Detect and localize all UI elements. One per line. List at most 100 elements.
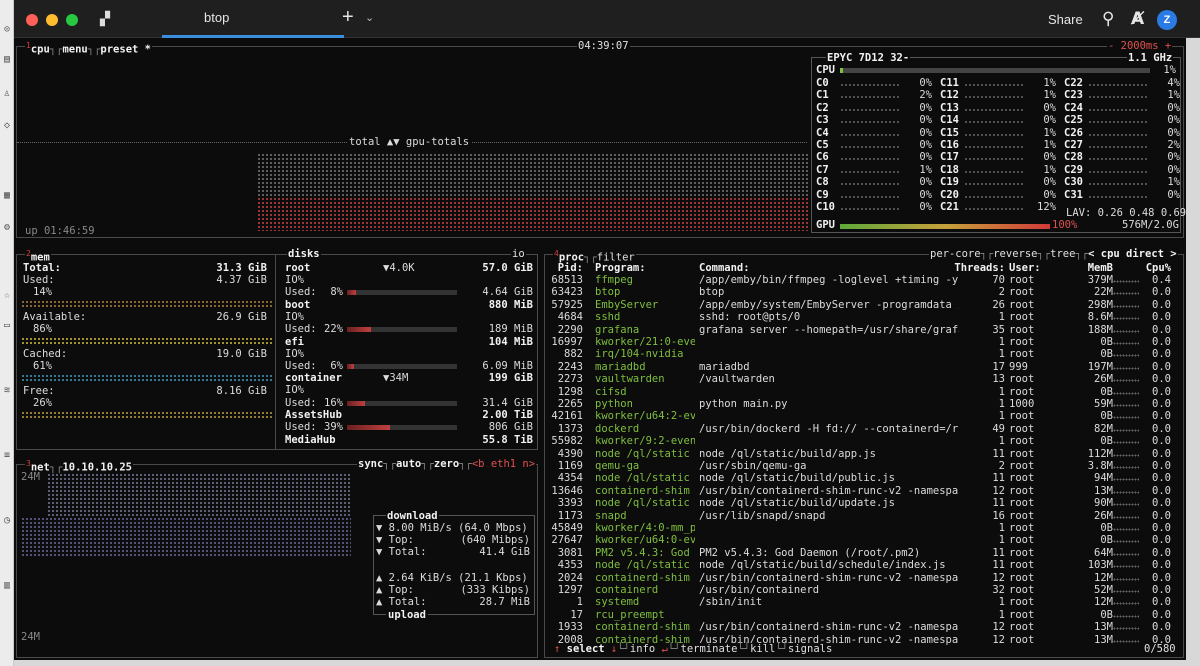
proc-cell-cmd: mariadbd	[699, 360, 750, 373]
core-graph	[840, 194, 900, 199]
net-sync[interactable]: sync	[358, 458, 383, 470]
tab-cpu[interactable]: cpu	[31, 44, 50, 56]
opt-reverse[interactable]: reverse	[993, 248, 1037, 260]
core-label: C8	[816, 176, 829, 189]
cpu-total-label: CPU	[816, 64, 835, 76]
footer-info[interactable]: info	[630, 643, 655, 655]
disk-used-bar	[347, 364, 457, 369]
table-row[interactable]: 1 systemd/sbin/init 1 root 12M 0.0	[545, 596, 1181, 608]
proc-cell-prog: irq/104-nvidia	[595, 348, 684, 361]
table-row[interactable]: 1173 snapd/usr/lib/snapd/snapd 16 root 26M 0.…	[545, 510, 1181, 522]
table-row[interactable]: 1933 containerd-shim/usr/bin/containerd-s…	[545, 621, 1181, 633]
proc-cell-thr: 1	[998, 410, 1005, 423]
table-row[interactable]: 27647 kworker/u64:0-ev 1 root 0B 0.0	[545, 534, 1181, 546]
footer-select[interactable]: select	[567, 643, 605, 655]
proc-cell-mem: 52M	[1094, 584, 1113, 596]
opt-tree[interactable]: tree	[1050, 248, 1075, 260]
disk-name: boot	[285, 298, 311, 311]
maximize-window-button[interactable]	[66, 14, 78, 26]
new-tab-button[interactable]: +	[342, 6, 354, 29]
footer-terminate[interactable]: terminate	[681, 643, 738, 655]
table-row[interactable]: 4353 node /ql/static node /ql/static/build…	[545, 559, 1181, 571]
table-row[interactable]: 3393 node /ql/static node /ql/static/build…	[545, 497, 1181, 509]
minimize-window-button[interactable]	[46, 14, 58, 26]
net-interface[interactable]: <b eth1 n>	[472, 458, 535, 470]
proc-cell-thr: 16	[992, 509, 1005, 522]
disk-io-label: IO%	[285, 274, 304, 286]
core-percent: 0%	[919, 139, 932, 151]
proc-cell-cmd: grafana server --homepath=/usr/share/gra…	[699, 323, 959, 336]
proc-cell-pid: 2290	[557, 323, 583, 336]
table-row[interactable]: 68513 ffmpeg/app/emby/bin/ffmpeg -logleve…	[545, 274, 1181, 286]
table-row[interactable]: 1298 cifsd 1 root 0B 0.0	[545, 386, 1181, 398]
tab-title[interactable]: btop	[204, 10, 229, 25]
terminal-view[interactable]: 1cpu┐┌menu┐┌preset * 04:39:07 - 2000ms +…	[14, 38, 1186, 660]
table-row[interactable]: 4390 node /ql/static node /ql/static/build…	[545, 448, 1181, 460]
table-row[interactable]: 55982 kworker/9:2-even 1 root 0B 0.0	[545, 435, 1181, 447]
proc-cell-cmd: node /ql/static/build/schedule/index.js	[699, 559, 946, 572]
download-top: (640 Mibps)	[460, 534, 530, 546]
net-auto[interactable]: auto	[396, 458, 421, 470]
chevron-down-icon[interactable]: ⌄	[365, 11, 374, 24]
share-button[interactable]: Share	[1048, 12, 1083, 27]
proc-cell-thr: 49	[992, 422, 1005, 435]
table-row[interactable]: 2290 grafana grafana server --homepath=/us…	[545, 324, 1181, 336]
table-row[interactable]: 2024 containerd-shim/usr/bin/containerd-s…	[545, 572, 1181, 584]
core-graph	[964, 107, 1024, 112]
footer-kill[interactable]: kill	[750, 643, 775, 655]
table-row[interactable]: 57925 EmbyServer/app/emby/system/EmbyServ…	[545, 299, 1181, 311]
table-row[interactable]: 3081 PM2 v5.4.3: God PM2 v5.4.3: God Daemo…	[545, 547, 1181, 559]
avatar[interactable]: Z	[1157, 10, 1177, 30]
table-row[interactable]: 4354 node /ql/static node /ql/static/build…	[545, 472, 1181, 484]
download-graph	[47, 473, 351, 517]
close-window-button[interactable]	[26, 14, 38, 26]
download-top-label: ▼ Top:	[376, 534, 414, 546]
tab-preset[interactable]: preset *	[100, 44, 151, 56]
proc-cpu-graph	[1113, 292, 1139, 296]
proc-cell-prog: kworker/21:0-eve	[595, 336, 695, 348]
opt-per-core[interactable]: per-core	[930, 248, 981, 260]
core-percent: 0%	[1043, 114, 1056, 127]
upload-total: 28.7 MiB	[479, 596, 530, 608]
proc-cell-prog: PM2 v5.4.3: God	[595, 546, 690, 559]
proc-cell-user: root	[1009, 422, 1035, 435]
proc-cell-cmd: /app/emby/system/EmbyServer -programdata…	[699, 298, 959, 311]
table-row[interactable]: 882 irq/104-nvidia 1 root 0B 0.0	[545, 348, 1181, 360]
update-interval[interactable]: - 2000ms +	[1107, 40, 1173, 52]
proc-cell-thr: 1	[998, 398, 1005, 410]
search-icon[interactable]: ⚲	[1102, 9, 1114, 29]
table-row[interactable]: 1169 qemu-ga/usr/sbin/qemu-ga 2 root 3.8M 0.0	[545, 460, 1181, 472]
proc-cell-pid: 42161	[551, 410, 583, 423]
table-row[interactable]: 17 rcu_preempt 1 root 0B 0.0	[545, 609, 1181, 621]
tab-menu[interactable]: menu	[62, 44, 87, 56]
table-row[interactable]: 45849 kworker/4:0-mm_p 1 root 0B 0.0	[545, 522, 1181, 534]
table-row[interactable]: 2273 vaultwarden/vaultwarden 13 root 26M 0.0	[545, 373, 1181, 385]
cpu-tabs: 1cpu┐┌menu┐┌preset *	[25, 40, 152, 56]
table-row[interactable]: 63423 btop btop 2 root 22M 0.0	[545, 286, 1181, 298]
proc-cell-pid: 27647	[551, 534, 583, 547]
table-row[interactable]: 42161 kworker/u64:2-ev 1 root 0B 0.0	[545, 410, 1181, 422]
opt-sort[interactable]: < cpu direct >	[1088, 248, 1177, 260]
proc-cell-prog: EmbyServer	[595, 298, 659, 311]
proc-cell-mem: 0B	[1100, 336, 1113, 348]
proc-cell-prog: kworker/u64:0-ev	[595, 534, 695, 547]
io-toggle[interactable]: io	[511, 248, 526, 260]
table-row[interactable]: 2243 mariadbd mariadbd 17 999 197M 0.0	[545, 361, 1181, 373]
table-row[interactable]: 13646 containerd-shim/usr/bin/containerd-…	[545, 485, 1181, 497]
ai-assistant-icon[interactable]: Ⱥ	[1131, 9, 1144, 29]
proc-cpu-graph	[1113, 552, 1139, 556]
proc-cell-prog: snapd	[595, 509, 627, 522]
proc-cell-prog: dockerd	[595, 422, 640, 435]
footer-signals[interactable]: signals	[788, 643, 832, 655]
sidebar-toggle-icon[interactable]: ▞	[100, 12, 110, 27]
disk-used-bar	[347, 400, 457, 406]
table-row[interactable]: 16997 kworker/21:0-eve 1 root 0B 0.0	[545, 336, 1181, 348]
disk-used-fill	[347, 425, 390, 431]
table-row[interactable]: 1373 dockerd/usr/bin/dockerd -H fd:// --c…	[545, 423, 1181, 435]
app-window: ⊙ ▤ ♙ ◇ ▦ ⚙ ☆ ▭ ≋ ≡ ◷ ▥ ▞ btop + ⌄ Share…	[0, 0, 1200, 666]
table-row[interactable]: 2265 python python main.py 1 1000 59M 0.0	[545, 398, 1181, 410]
mem-graph	[21, 411, 273, 419]
table-row[interactable]: 4684 sshd sshd: root@pts/0 1 root 8.6M 0.0	[545, 311, 1181, 323]
table-row[interactable]: 1297 containerd/usr/bin/containerd 32 root 5…	[545, 584, 1181, 596]
net-zero[interactable]: zero	[434, 458, 459, 470]
